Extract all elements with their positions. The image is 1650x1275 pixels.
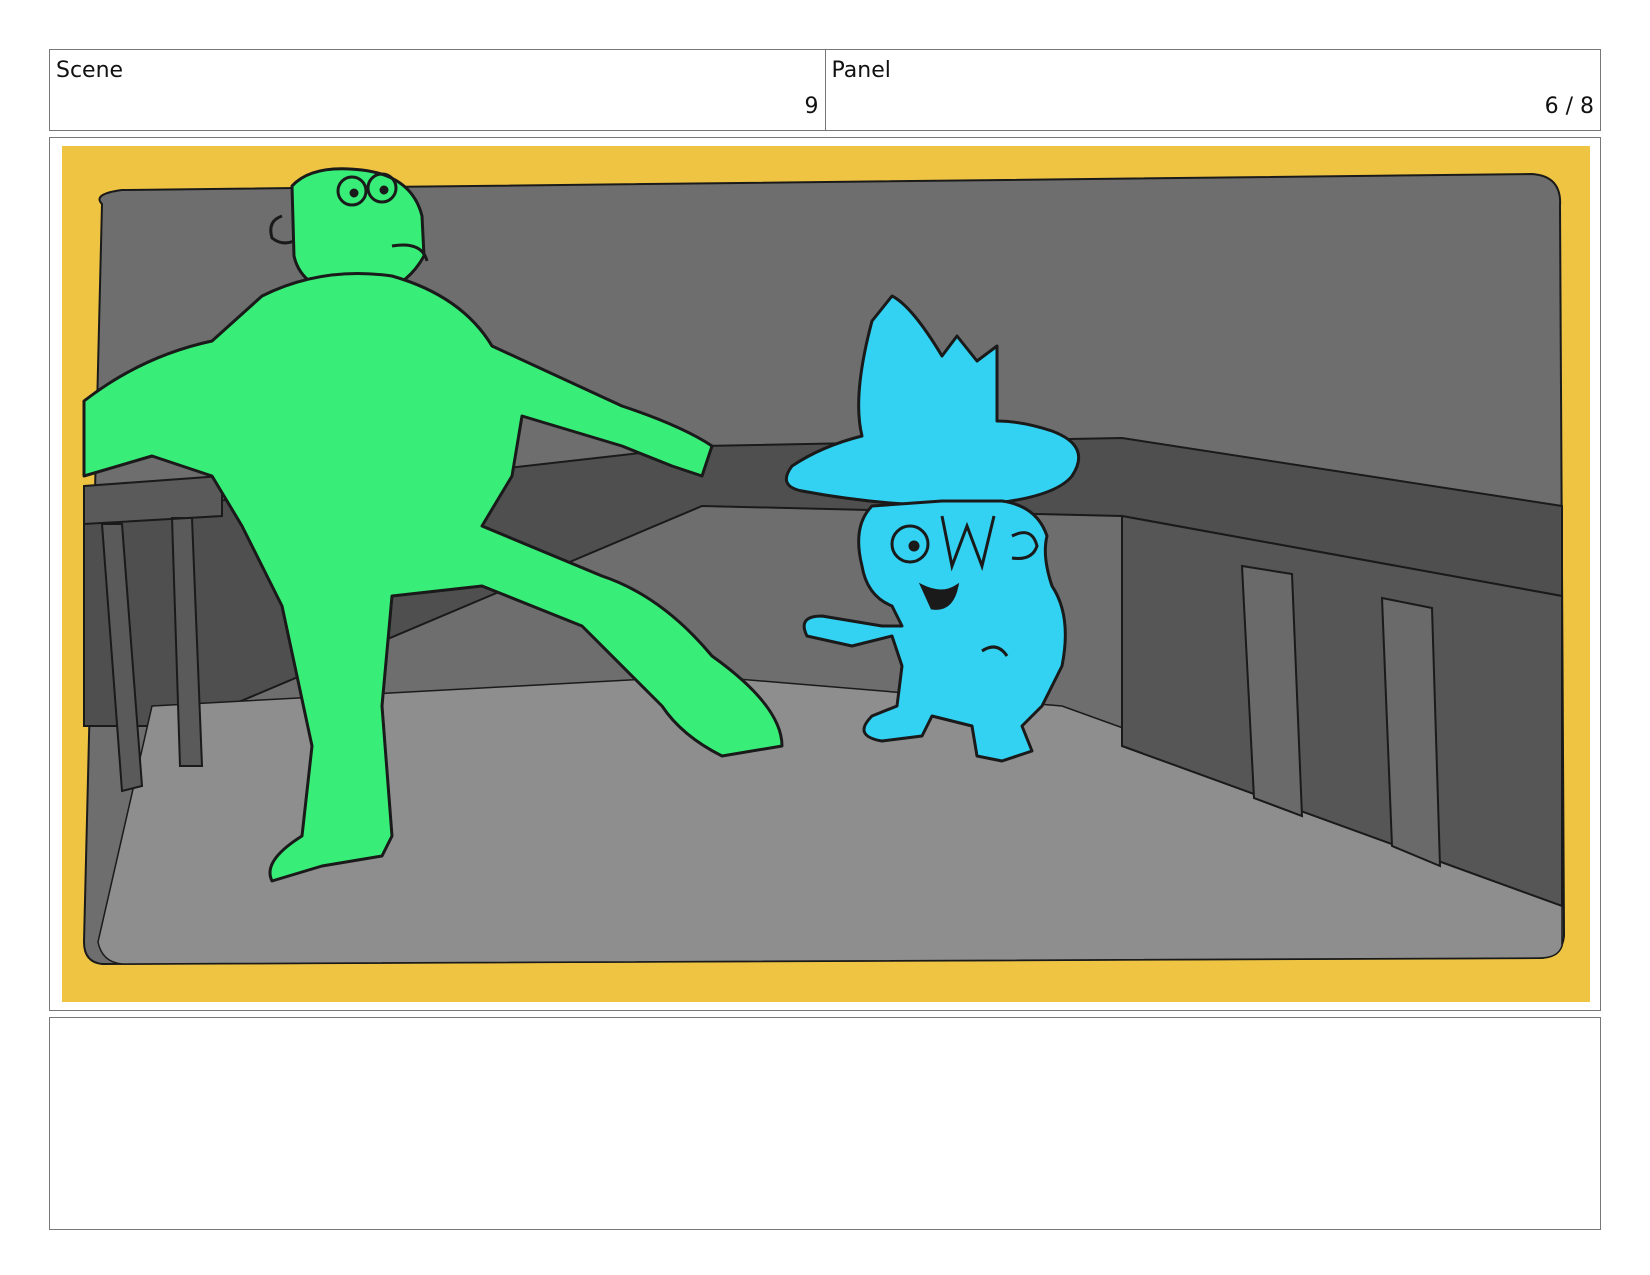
scene-label: Scene: [56, 58, 124, 83]
scene-number: 9: [804, 94, 819, 119]
storyboard-frame: [49, 137, 1601, 1011]
panel-label: Panel: [831, 58, 891, 83]
panel-cell: Panel 6 / 8: [824, 50, 1601, 130]
panel-number: 6 / 8: [1544, 94, 1594, 119]
notes-area: [49, 1017, 1601, 1230]
storyboard-drawing: [62, 146, 1590, 1002]
storyboard-header: Scene 9 Panel 6 / 8: [49, 49, 1601, 131]
scene-cell: Scene 9: [50, 50, 825, 130]
